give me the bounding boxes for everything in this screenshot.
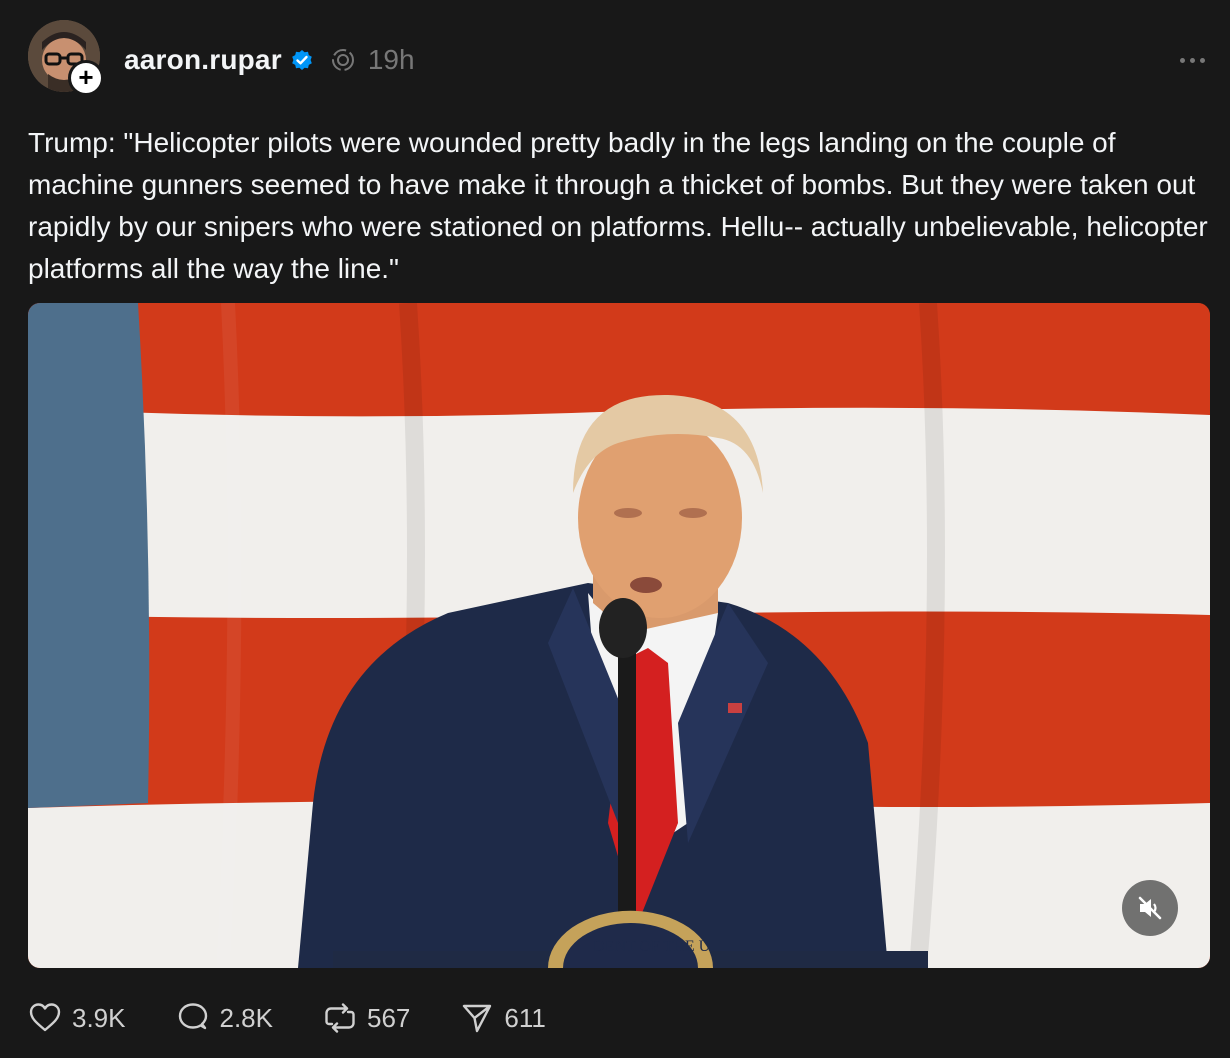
username[interactable]: aaron.rupar: [124, 44, 282, 76]
thread-spiral-icon: [330, 47, 356, 73]
share-count: 611: [504, 1002, 546, 1033]
dot: [1179, 57, 1185, 63]
send-icon: [463, 1004, 492, 1033]
repost-icon: [325, 1003, 355, 1033]
post-header: aaron.rupar 19h: [124, 40, 415, 80]
presidential-seal-text: DENT OF THE U: [593, 938, 711, 955]
more-options-button[interactable]: [1174, 42, 1210, 78]
reply-count: 2.8K: [219, 1002, 274, 1033]
share-button[interactable]: 611: [460, 1001, 546, 1035]
reply-button[interactable]: 2.8K: [176, 1001, 274, 1035]
comment-icon: [178, 1003, 207, 1030]
like-button[interactable]: 3.9K: [28, 1001, 126, 1035]
verified-badge-icon: [290, 48, 314, 72]
volume-muted-icon: [1138, 896, 1162, 920]
thread-post: + aaron.rupar 19h Trump: "Helicopter pil…: [0, 0, 1230, 1058]
post-actions: 3.9K 2.8K 567 611: [28, 996, 596, 1040]
dot: [1189, 57, 1195, 63]
mute-button[interactable]: [1122, 880, 1178, 936]
post-timestamp: 19h: [367, 44, 415, 75]
post-video[interactable]: DENT OF THE U: [28, 303, 1210, 968]
dot: [1199, 57, 1205, 63]
follow-plus-icon[interactable]: +: [68, 60, 104, 96]
heart-icon: [29, 1003, 61, 1032]
like-count: 3.9K: [72, 1002, 126, 1033]
repost-button[interactable]: 567: [323, 1001, 410, 1035]
avatar-container[interactable]: +: [28, 20, 104, 96]
repost-count: 567: [367, 1002, 411, 1033]
post-text: Trump: "Helicopter pilots were wounded p…: [28, 127, 1208, 284]
